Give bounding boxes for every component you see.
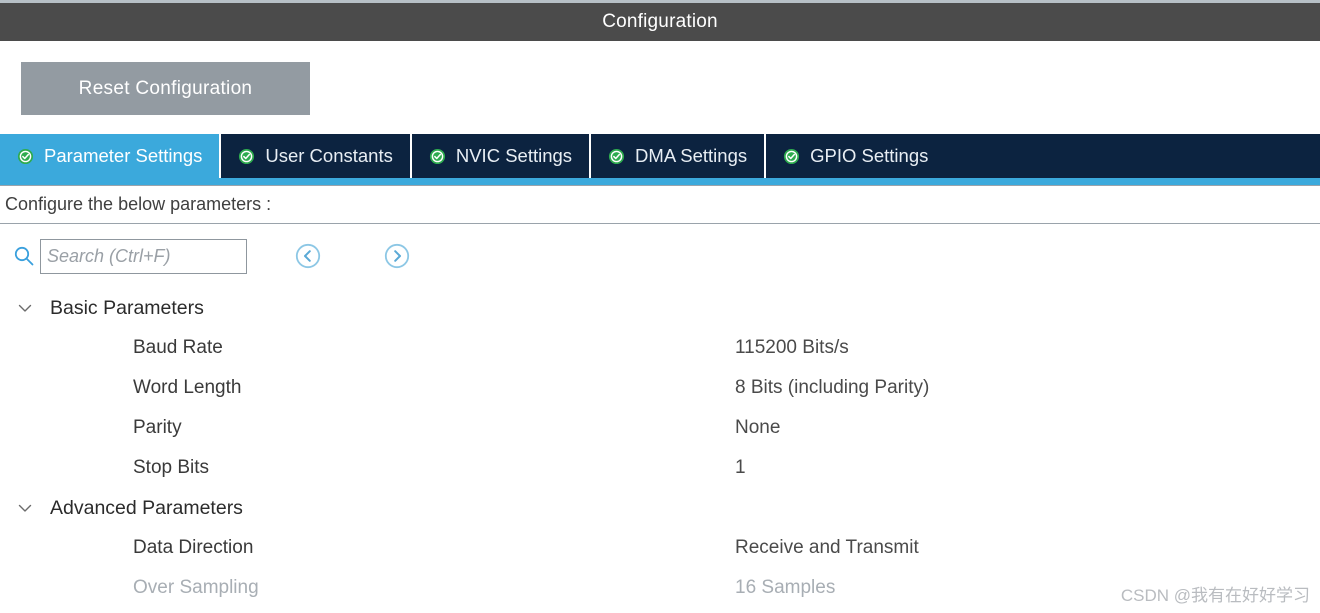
parameter-label: Over Sampling xyxy=(133,577,259,598)
tree-row[interactable]: Word Length 8 Bits (including Parity) xyxy=(0,368,1320,408)
reset-configuration-button[interactable]: Reset Configuration xyxy=(21,62,310,115)
parameter-value: 1 xyxy=(735,457,746,478)
tab-label: DMA Settings xyxy=(635,144,748,166)
search-input[interactable] xyxy=(40,238,247,274)
window-title: Configuration xyxy=(602,11,718,32)
tree-row[interactable]: Baud Rate 115200 Bits/s xyxy=(0,328,1320,368)
tree-group-label: Advanced Parameters xyxy=(50,496,243,519)
parameter-value: None xyxy=(735,417,781,438)
parameter-label: Word Length xyxy=(133,377,242,398)
check-circle-icon xyxy=(429,148,446,165)
tree-group-advanced-parameters[interactable]: Advanced Parameters xyxy=(0,488,1320,528)
window-titlebar: Configuration xyxy=(0,0,1320,41)
tree-row[interactable]: Data Direction Receive and Transmit xyxy=(0,528,1320,568)
parameter-value: 16 Samples xyxy=(735,577,836,598)
search-icon xyxy=(13,245,35,267)
tab-nvic-settings[interactable]: NVIC Settings xyxy=(411,134,592,178)
tab-label: NVIC Settings xyxy=(455,144,573,166)
configure-instruction-text: Configure the below parameters : xyxy=(5,194,272,214)
check-circle-icon xyxy=(17,148,34,165)
check-circle-icon xyxy=(608,148,625,165)
parameter-label: Baud Rate xyxy=(133,337,223,358)
tab-label: User Constants xyxy=(265,144,393,166)
parameter-label: Stop Bits xyxy=(133,457,210,478)
tab-parameter-settings[interactable]: Parameter Settings xyxy=(0,134,222,178)
chevron-down-icon xyxy=(16,299,34,317)
configure-instruction-bar: Configure the below parameters : xyxy=(0,185,1320,224)
chevron-left-circle-icon xyxy=(295,243,321,269)
parameter-tree: Basic Parameters Baud Rate 115200 Bits/s Wo… xyxy=(0,288,1320,613)
tab-underline-strip xyxy=(0,178,1320,185)
tree-row: Over Sampling 16 Samples xyxy=(0,568,1320,608)
parameter-value: Receive and Transmit xyxy=(735,537,919,558)
tab-label: GPIO Settings xyxy=(810,144,929,166)
toolbar: Reset Configuration xyxy=(0,41,1320,134)
chevron-right-circle-icon xyxy=(384,243,410,269)
search-previous-button[interactable] xyxy=(295,243,321,269)
search-row xyxy=(0,232,1320,280)
tab-dma-settings[interactable]: DMA Settings xyxy=(591,134,767,178)
tree-group-basic-parameters[interactable]: Basic Parameters xyxy=(0,288,1320,328)
check-circle-icon xyxy=(783,148,800,165)
settings-tabbar: Parameter Settings User Constants NVIC Set… xyxy=(0,134,1320,178)
tab-gpio-settings[interactable]: GPIO Settings xyxy=(766,134,946,178)
tree-row[interactable]: Stop Bits 1 xyxy=(0,448,1320,488)
chevron-down-icon xyxy=(16,499,34,517)
tab-user-constants[interactable]: User Constants xyxy=(221,134,412,178)
parameter-value: 115200 Bits/s xyxy=(735,337,849,358)
parameter-label: Parity xyxy=(133,417,182,438)
tree-group-label: Basic Parameters xyxy=(50,296,204,319)
tree-row[interactable]: Parity None xyxy=(0,408,1320,448)
search-next-button[interactable] xyxy=(384,243,410,269)
parameter-value: 8 Bits (including Parity) xyxy=(735,377,930,398)
tab-label: Parameter Settings xyxy=(44,144,203,166)
parameter-label: Data Direction xyxy=(133,537,254,558)
configuration-window: Configuration Reset Configuration Parame… xyxy=(0,0,1320,613)
check-circle-icon xyxy=(238,148,255,165)
